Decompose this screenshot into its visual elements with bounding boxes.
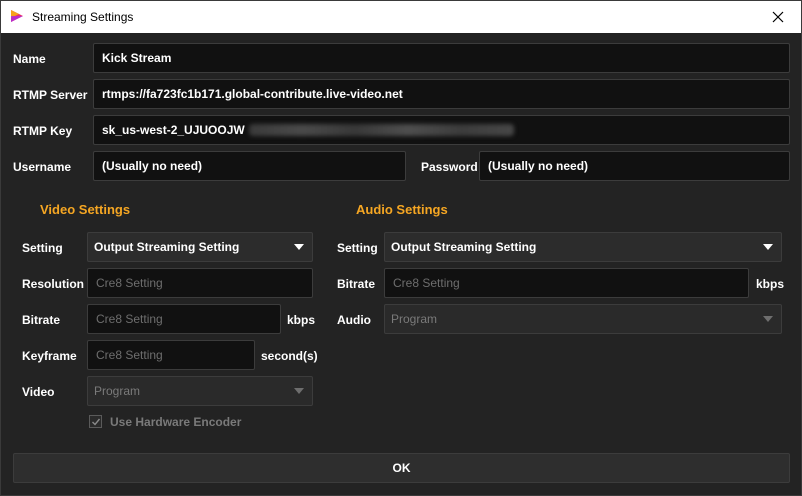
keyframe-label: Keyframe bbox=[22, 349, 77, 363]
audio-source-value: Program bbox=[391, 312, 438, 326]
video-bitrate-input[interactable]: Cre8 Setting bbox=[87, 304, 281, 334]
rtmp-server-label: RTMP Server bbox=[13, 88, 88, 102]
keyframe-input[interactable]: Cre8 Setting bbox=[87, 340, 255, 370]
app-logo-icon bbox=[11, 10, 23, 22]
video-setting-select[interactable]: Output Streaming Setting bbox=[87, 232, 313, 262]
resolution-input[interactable]: Cre8 Setting bbox=[87, 268, 313, 298]
hardware-encoder-checkbox[interactable] bbox=[89, 415, 102, 428]
username-input[interactable]: (Usually no need) bbox=[93, 151, 406, 181]
rtmp-key-visible-text: sk_us-west-2_UJUOOJW bbox=[102, 123, 245, 137]
password-label: Password bbox=[421, 160, 478, 174]
window-title: Streaming Settings bbox=[32, 10, 134, 24]
audio-source-label: Audio bbox=[337, 313, 371, 327]
video-source-value: Program bbox=[94, 384, 141, 398]
audio-setting-value: Output Streaming Setting bbox=[391, 240, 537, 254]
video-bitrate-unit: kbps bbox=[287, 313, 316, 327]
name-input[interactable]: Kick Stream bbox=[93, 43, 790, 73]
rtmp-key-label: RTMP Key bbox=[13, 124, 73, 138]
video-setting-value: Output Streaming Setting bbox=[94, 240, 240, 254]
video-source-select[interactable]: Program bbox=[87, 376, 313, 406]
rtmp-key-redacted bbox=[248, 124, 514, 136]
title-bar: Streaming Settings bbox=[1, 1, 801, 33]
password-input[interactable]: (Usually no need) bbox=[479, 151, 790, 181]
resolution-label: Resolution bbox=[22, 277, 84, 291]
close-icon bbox=[772, 11, 784, 23]
name-label: Name bbox=[13, 52, 46, 66]
streaming-settings-dialog: Streaming Settings Name Kick Stream RTMP… bbox=[0, 0, 802, 496]
video-bitrate-label: Bitrate bbox=[22, 313, 61, 327]
audio-setting-label: Setting bbox=[337, 241, 378, 255]
username-label: Username bbox=[13, 160, 72, 174]
audio-bitrate-unit: kbps bbox=[756, 277, 785, 291]
video-source-label: Video bbox=[22, 385, 55, 399]
video-setting-label: Setting bbox=[22, 241, 63, 255]
chevron-down-icon bbox=[294, 244, 304, 250]
chevron-down-icon bbox=[763, 244, 773, 250]
rtmp-server-input[interactable]: rtmps://fa723fc1b171.global-contribute.l… bbox=[93, 79, 790, 109]
ok-button[interactable]: OK bbox=[13, 453, 790, 483]
audio-settings-title: Audio Settings bbox=[356, 202, 448, 217]
chevron-down-icon bbox=[763, 316, 773, 322]
chevron-down-icon bbox=[294, 388, 304, 394]
audio-bitrate-input[interactable]: Cre8 Setting bbox=[384, 268, 749, 298]
audio-source-select[interactable]: Program bbox=[384, 304, 782, 334]
video-settings-title: Video Settings bbox=[40, 202, 131, 217]
rtmp-key-input[interactable]: sk_us-west-2_UJUOOJW bbox=[93, 115, 790, 145]
audio-bitrate-label: Bitrate bbox=[337, 277, 376, 291]
hardware-encoder-label: Use Hardware Encoder bbox=[110, 415, 242, 429]
checkmark-icon bbox=[91, 418, 100, 426]
keyframe-unit: second(s) bbox=[261, 349, 318, 363]
audio-setting-select[interactable]: Output Streaming Setting bbox=[384, 232, 782, 262]
close-button[interactable] bbox=[755, 1, 801, 33]
